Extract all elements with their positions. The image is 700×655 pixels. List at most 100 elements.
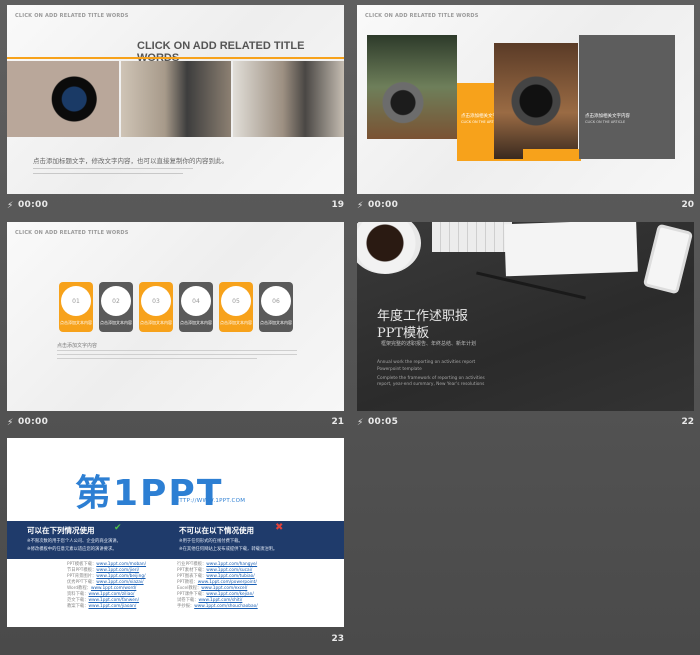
resource-label: 范文下载： [67,598,89,603]
resource-label: 教案下载： [67,604,89,609]
step-label: 点击添加文本内容 [60,320,92,325]
en-text-2: Powerpoint template [377,367,422,372]
notebook-photo [504,222,638,277]
links-left: PPT模板下载：www.1ppt.com/moban/节日PPT模板：www.1… [67,562,187,610]
cannot-item-1: ※用于任何形式的在线付费下载。 [179,539,243,544]
resource-label: 试卷下载： [177,598,199,603]
resource-link[interactable]: www.1ppt.com/moban/ [96,562,146,567]
grey-accent-box-2 [579,35,675,159]
resource-link-row: 教案下载：www.1ppt.com/jiaoan/ [67,604,187,610]
slide-number: 19 [331,200,344,210]
resource-link[interactable]: www.1ppt.com/shouchaobao/ [194,604,257,609]
placeholder-line [57,358,257,359]
step-card: 05 点击添加文本内容 [219,282,253,332]
resource-link[interactable]: www.1ppt.com/word/ [91,586,136,591]
can-title: 可以在下列情况使用 [27,526,95,535]
resource-link[interactable]: www.1ppt.com/hangye/ [206,562,257,567]
resource-link[interactable]: www.1ppt.com/jieri/ [96,568,139,573]
coffee-cup-photo [357,222,421,274]
slide-number: 23 [331,634,344,644]
resource-label: PPT模板下载： [67,562,97,567]
placeholder-line [33,168,193,169]
camera-photo-2 [494,43,578,159]
resource-link[interactable]: www.1ppt.com/fanwen/ [88,598,139,603]
resource-label: Excel教程： [177,586,202,591]
step-card: 02 点击添加文本内容 [99,282,133,332]
resource-link[interactable]: www.1ppt.com/excel/ [201,586,247,591]
camera-photo-3 [233,61,344,137]
camera-photo-1 [7,61,119,137]
usage-banner: 可以在下列情况使用 ✔ 不可以在以下情况使用 ✖ ※不限次数的用于您个人公司、企… [7,521,344,559]
step-label: 点击添加文本内容 [260,320,292,325]
step-label: 点击添加文本内容 [220,320,252,325]
step-card: 06 点击添加文本内容 [259,282,293,332]
step-label: 点击添加文本内容 [140,320,172,325]
step-card: 04 点击添加文本内容 [179,282,213,332]
step-number: 02 [101,286,131,316]
slide-title-line2: PPT模板 [377,326,430,341]
placeholder-line [57,354,297,355]
resource-link[interactable]: www.1ppt.com/sucai/ [206,568,252,573]
resource-link[interactable]: www.1ppt.com/shiti/ [198,598,242,603]
resource-link[interactable]: www.1ppt.com/jiaoan/ [88,604,136,609]
can-item-2: ※修改模板中的任意元素以适应您的演讲要求。 [27,547,117,552]
slide-subtitle: 框架完整的述职报告、年终总结、新年计划 [381,341,477,347]
resource-link[interactable]: www.1ppt.com/kejian/ [206,592,254,597]
step-card: 03 点击添加文本内容 [139,282,173,332]
en-text-4: report, year-end summary, New Year's res… [377,382,485,387]
slide-number: 21 [331,417,344,427]
slide-thumbnail-19[interactable]: CLICK ON ADD RELATED TITLE WORDS CLICK O… [7,5,344,194]
resource-label: 资料下载： [67,592,89,597]
resource-link[interactable]: www.1ppt.com/ziliao/ [88,592,134,597]
slide-time: 00:00 [18,200,49,210]
desc-title: 点击添加文字内容 [57,343,98,349]
links-right: 行业PPT模板：www.1ppt.com/hangye/PPT素材下载：www.… [177,562,317,610]
slide-top-label: CLICK ON ADD RELATED TITLE WORDS [15,230,129,236]
step-label: 点击添加文本内容 [100,320,132,325]
resource-link[interactable]: www.1ppt.com/xiazai/ [96,580,143,585]
box-title-2: 点击添加相关文字内容 [585,114,630,119]
en-text-3: Complete the framework of reporting on a… [377,376,485,381]
slide-thumbnail-21[interactable]: CLICK ON ADD RELATED TITLE WORDS 01 点击添加文… [7,222,344,411]
slide-time: 00:00 [18,417,49,427]
slide-number: 22 [681,417,694,427]
camera-photo-2 [121,61,231,137]
logo-1ppt: 第1PPT [75,464,223,516]
slide-thumbnail-20[interactable]: CLICK ON ADD RELATED TITLE WORDS 点击添加相关文… [357,5,694,194]
resource-link[interactable]: www.1ppt.com/beijing/ [96,574,145,579]
resource-label: Word教程： [67,586,91,591]
step-number: 06 [261,286,291,316]
step-number: 01 [61,286,91,316]
step-number: 03 [141,286,171,316]
slide-meta-23: 23 [7,634,344,646]
resource-label: PPT教程： [177,580,198,585]
slide-top-label: CLICK ON ADD RELATED TITLE WORDS [365,13,479,19]
slide-meta-21: ⚡ 00:00 21 [7,417,344,429]
logo-url: HTTP://WWW.1PPT.COM [175,498,246,504]
slide-meta-22: ⚡ 00:05 22 [357,417,694,429]
resource-label: 优秀PPT下载： [67,580,97,585]
slide-thumbnail-23[interactable]: 第1PPT HTTP://WWW.1PPT.COM 可以在下列情况使用 ✔ 不可… [7,438,344,627]
animation-icon: ⚡ [357,200,364,211]
resource-link[interactable]: www.1ppt.com/powerpoint/ [198,580,257,585]
slide-top-label: CLICK ON ADD RELATED TITLE WORDS [15,13,129,19]
slide-meta-20: ⚡ 00:00 20 [357,200,694,212]
step-number: 05 [221,286,251,316]
slide-number: 20 [681,200,694,210]
resource-link-row: 手抄报：www.1ppt.com/shouchaobao/ [177,604,317,610]
resource-link[interactable]: www.1ppt.com/tubiao/ [206,574,254,579]
resource-label: PPT素材下载： [177,568,207,573]
camera-photo-1 [367,35,457,139]
slide-thumbnail-22[interactable]: 年度工作述职报 PPT模板 框架完整的述职报告、年终总结、新年计划 Annual… [357,222,694,411]
logo-main-text: 第1PPT [75,473,224,514]
slide-time: 00:05 [368,417,399,427]
step-number: 04 [181,286,211,316]
can-item-1: ※不限次数的用于您个人公司、企业的商业演讲。 [27,539,121,544]
check-icon: ✔ [114,523,122,533]
slide-meta-19: ⚡ 00:00 19 [7,200,344,212]
slide-body-text: 点击添加标题文字，修改文字内容，也可以直接复制你的内容到此。 [33,157,228,165]
en-text-1: Annual work the reporting on activities … [377,360,476,365]
title-underline [7,57,344,59]
phone-photo [642,223,694,295]
cannot-title: 不可以在以下情况使用 [179,526,254,535]
